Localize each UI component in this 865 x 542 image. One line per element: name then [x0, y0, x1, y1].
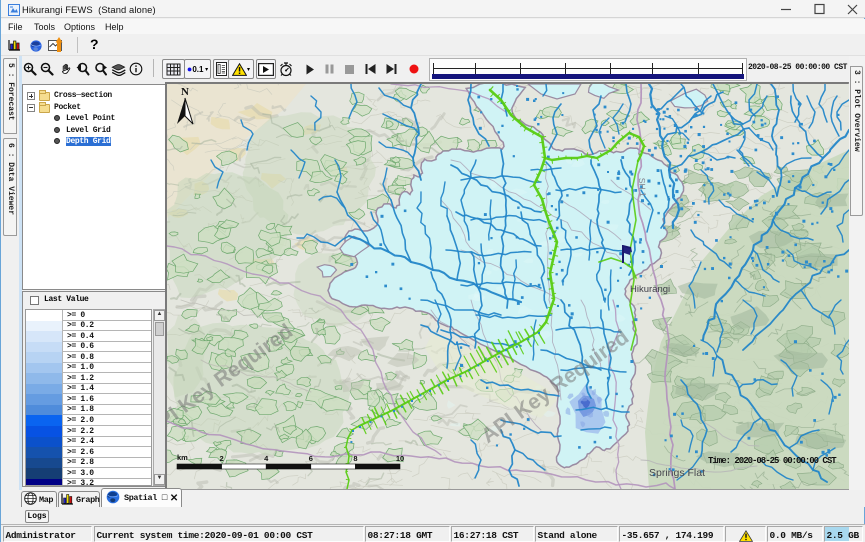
svg-text:km: km — [177, 453, 188, 462]
svg-text:2: 2 — [220, 454, 224, 463]
svg-text:6: 6 — [309, 454, 313, 463]
svg-text:N: N — [181, 86, 189, 98]
svg-text:Hikurangi: Hikurangi — [630, 284, 670, 295]
svg-text:Springs Flat: Springs Flat — [649, 467, 705, 479]
svg-text:Time: 2020-08-25 00:00:00 CST: Time: 2020-08-25 00:00:00 CST — [708, 456, 837, 466]
svg-text:SH 1: SH 1 — [637, 178, 648, 198]
svg-text:10: 10 — [396, 454, 404, 463]
svg-text:8: 8 — [353, 454, 357, 463]
